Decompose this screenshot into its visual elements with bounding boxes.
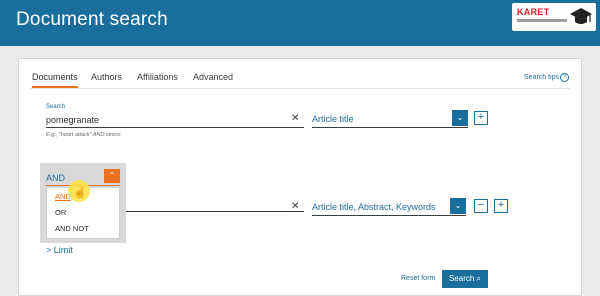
search-icon: ⌕	[476, 274, 482, 283]
field-select-label: Article title, Abstract, Keywords	[312, 202, 436, 212]
chevron-down-icon[interactable]: ⌄	[450, 198, 466, 214]
graduation-cap-icon	[570, 8, 592, 24]
search-button[interactable]: Search ⌕	[442, 270, 488, 288]
page-title: Document search	[16, 9, 168, 30]
help-icon[interactable]: ?	[560, 73, 569, 82]
hand-pointer-icon: ☝	[73, 187, 87, 199]
logo: KARET	[512, 3, 596, 31]
tab-documents[interactable]: Documents	[32, 72, 78, 82]
tabs-divider	[30, 88, 570, 89]
reset-form-link[interactable]: Reset form	[401, 275, 435, 282]
clear-icon-row2[interactable]: ✕	[291, 201, 299, 212]
dropdown-selected-value[interactable]: AND	[46, 173, 65, 183]
field-select-row1[interactable]: Article title ⌄	[312, 110, 468, 128]
chevron-up-icon[interactable]: ⌃	[104, 169, 120, 183]
limit-toggle[interactable]: > Limit	[46, 245, 73, 255]
search-field-label: Search	[46, 104, 66, 110]
logo-text: KARET	[517, 7, 550, 17]
dropdown-option-and-not[interactable]: AND NOT	[55, 224, 89, 233]
field-select-label: Article title	[312, 114, 354, 124]
header-bar: Document search KARET	[0, 0, 600, 46]
field-select-row2[interactable]: Article title, Abstract, Keywords ⌄	[312, 198, 466, 216]
logo-subtext-line	[517, 19, 567, 22]
search-tips-link[interactable]: Search tips	[524, 74, 559, 81]
clear-icon[interactable]: ✕	[291, 113, 299, 124]
chevron-down-icon[interactable]: ⌄	[452, 110, 468, 126]
remove-row-button[interactable]: −	[474, 199, 488, 213]
search-input[interactable]	[46, 112, 304, 128]
tab-advanced[interactable]: Advanced	[193, 72, 233, 82]
search-input-row2[interactable]	[120, 196, 304, 212]
boolean-operator-dropdown[interactable]: AND ⌃ AND OR AND NOT	[40, 163, 126, 243]
search-button-label: Search	[448, 274, 475, 283]
tab-affiliations[interactable]: Affiliations	[137, 72, 178, 82]
search-hint: E.g., "heart attack" AND stress	[46, 132, 121, 138]
add-row-button[interactable]: +	[474, 111, 488, 125]
tab-authors[interactable]: Authors	[91, 72, 122, 82]
add-row-button[interactable]: +	[494, 199, 508, 213]
dropdown-option-or[interactable]: OR	[55, 208, 66, 217]
